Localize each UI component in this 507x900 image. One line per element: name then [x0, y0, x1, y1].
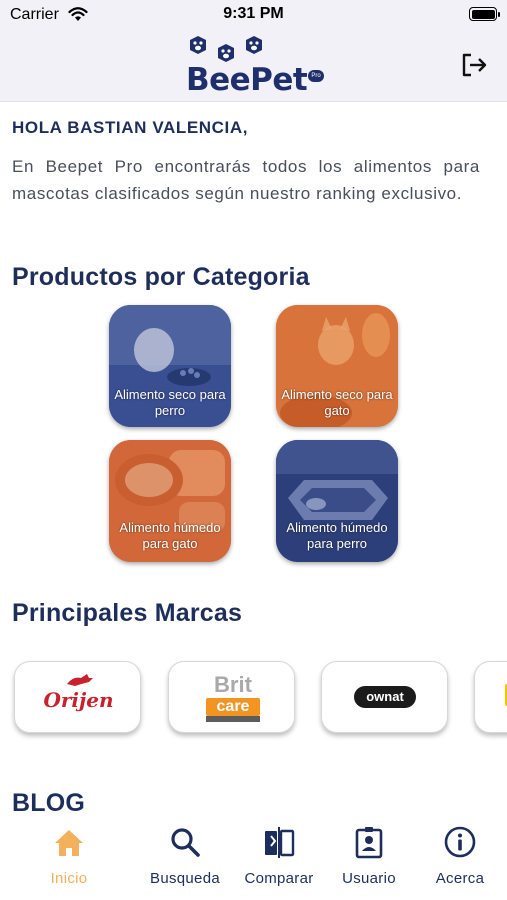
- category-label: Alimento seco para perro: [114, 387, 226, 418]
- ownat-logo-text: ownat: [354, 686, 416, 708]
- clock: 9:31 PM: [223, 5, 284, 22]
- category-dry-cat[interactable]: Alimento seco para gato: [276, 305, 398, 427]
- nav-bar: BeePet Pro: [0, 30, 507, 102]
- category-wet-cat[interactable]: Alimento húmedo para gato: [109, 440, 231, 562]
- tab-label: Inicio: [50, 870, 88, 887]
- category-wet-dog[interactable]: Alimento húmedo para perro: [276, 440, 398, 562]
- home-scroll-content[interactable]: HOLA BASTIAN VALENCIA, En Beepet Pro enc…: [0, 103, 507, 815]
- compare-icon: [265, 827, 295, 858]
- orijen-cat-icon: [67, 674, 93, 686]
- user-badge-icon: [355, 827, 383, 859]
- brand-card-partial[interactable]: [474, 661, 507, 733]
- category-dry-dog[interactable]: Alimento seco para perro: [109, 305, 231, 427]
- tab-bar: Inicio Busqueda Comparar Usuario Acerca: [0, 815, 507, 900]
- category-label: Alimento seco para gato: [281, 387, 393, 418]
- care-logo-text: care: [206, 698, 260, 716]
- logo-pro-badge: Pro: [308, 70, 324, 82]
- info-icon: [444, 826, 476, 858]
- brit-logo-text: Brit: [214, 672, 252, 697]
- tab-comparar[interactable]: Comparar: [233, 815, 325, 900]
- status-bar: Carrier 9:31 PM: [0, 0, 507, 30]
- blog-title: BLOG: [12, 789, 86, 815]
- battery-icon: [469, 7, 500, 21]
- tab-label: Acerca: [435, 870, 485, 887]
- home-icon: [55, 830, 83, 856]
- tab-label: Busqueda: [150, 870, 220, 887]
- category-label: Alimento húmedo para gato: [119, 520, 221, 551]
- categories-title: Productos por Categoria: [12, 263, 310, 291]
- tab-inicio[interactable]: Inicio: [18, 815, 120, 900]
- brand-card-brit-care[interactable]: Brit care: [168, 661, 295, 733]
- tab-busqueda[interactable]: Busqueda: [135, 815, 235, 900]
- brit-care-logo: Brit care: [200, 672, 266, 724]
- tab-label: Usuario: [342, 870, 396, 887]
- tab-acerca[interactable]: Acerca: [414, 815, 506, 900]
- intro-paragraph: En Beepet Pro encontrarás todos los alim…: [12, 157, 480, 203]
- tab-label: Comparar: [244, 870, 314, 887]
- beepet-logo: BeePet Pro: [184, 34, 324, 100]
- logout-icon[interactable]: [459, 50, 489, 80]
- brands-title: Principales Marcas: [12, 599, 243, 627]
- brand-card-ownat[interactable]: ownat: [321, 661, 448, 733]
- logo-text: BeePet: [186, 62, 308, 98]
- search-icon: [171, 828, 200, 857]
- brand-card-orijen[interactable]: Orijen: [14, 661, 141, 733]
- greeting-text: HOLA BASTIAN VALENCIA,: [12, 118, 249, 137]
- category-label: Alimento húmedo para perro: [286, 520, 388, 551]
- orijen-logo-text: Orijen: [43, 688, 114, 712]
- tab-usuario[interactable]: Usuario: [328, 815, 410, 900]
